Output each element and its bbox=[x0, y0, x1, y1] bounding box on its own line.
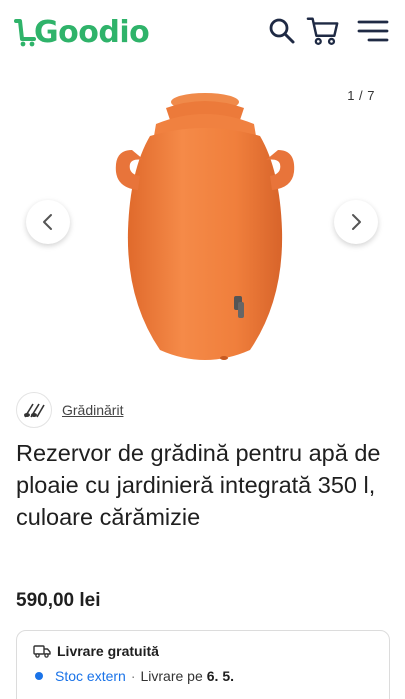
menu-icon bbox=[357, 20, 389, 42]
search-icon bbox=[269, 18, 295, 44]
stock-row: Stoc extern · Livrare pe 6. 5. bbox=[35, 668, 234, 684]
separator: · bbox=[130, 668, 136, 684]
delivery-text: Livrare pe bbox=[140, 668, 203, 684]
next-image-button[interactable] bbox=[334, 200, 378, 244]
delivery-box: Livrare gratuită Stoc extern · Livrare p… bbox=[16, 630, 390, 699]
category-breadcrumb[interactable]: Grădinărit bbox=[16, 392, 123, 428]
product-price: 590,00 lei bbox=[16, 590, 101, 611]
stock-status-dot bbox=[35, 672, 43, 680]
product-gallery[interactable]: 1 / 7 bbox=[0, 70, 405, 380]
site-header: Goodio bbox=[0, 0, 405, 64]
product-title: Rezervor de grădină pentru apă de ploaie… bbox=[16, 440, 381, 530]
free-delivery-row: Livrare gratuită bbox=[33, 643, 159, 659]
product-image bbox=[115, 93, 295, 360]
goodio-logo[interactable]: Goodio bbox=[14, 12, 150, 52]
cart-button[interactable] bbox=[306, 14, 340, 48]
category-link[interactable]: Grădinărit bbox=[62, 402, 123, 418]
delivery-date: 6. 5. bbox=[206, 668, 235, 684]
menu-button[interactable] bbox=[356, 14, 390, 48]
truck-icon bbox=[33, 645, 51, 658]
garden-tools-icon bbox=[16, 392, 52, 428]
search-button[interactable] bbox=[265, 14, 299, 48]
logo-text: Goodio bbox=[34, 14, 150, 50]
stock-label: Stoc extern bbox=[55, 668, 126, 684]
prev-image-button[interactable] bbox=[26, 200, 70, 244]
cart-icon bbox=[306, 17, 339, 45]
image-counter: 1 / 7 bbox=[347, 88, 375, 103]
chevron-right-icon bbox=[352, 214, 361, 230]
free-delivery-label: Livrare gratuită bbox=[57, 643, 159, 659]
chevron-left-icon bbox=[43, 214, 52, 230]
cart-logo-icon bbox=[14, 19, 36, 47]
